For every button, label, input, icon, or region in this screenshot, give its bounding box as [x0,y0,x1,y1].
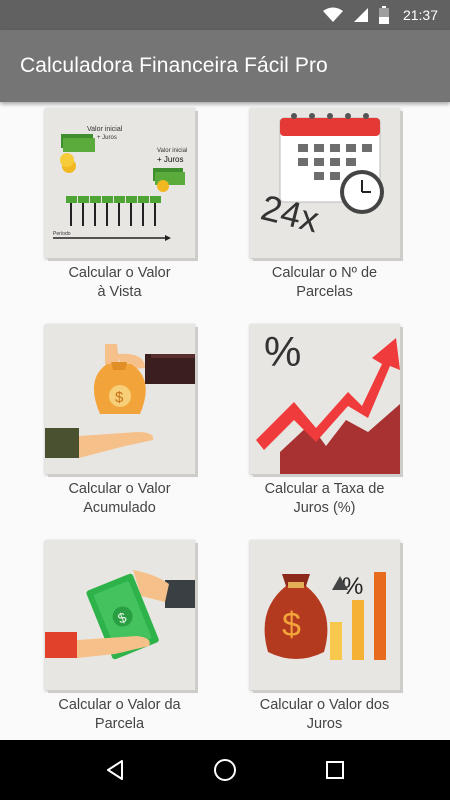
recents-icon [326,761,344,779]
calendar-clock-icon: 24x [249,108,400,258]
back-icon [107,760,123,780]
money-bag-bars-icon: % $ [249,540,400,690]
battery-icon [378,6,389,24]
illustration-text: $ [282,606,301,644]
tile-interest-value[interactable]: % $ Calcular o Valor dos Juros [222,540,427,734]
tile-label: Calcular o Nº de Parcelas [271,265,378,300]
tile-present-value[interactable]: Valor inicial + Juros Valor inicial + Ju… [17,108,222,302]
status-time: 21:37 [402,7,438,23]
app-title: Calculadora Financeira Fácil Pro [20,54,328,77]
tile-label: Calcular o Valor dos Juros [259,697,390,732]
illustration-text: Valor inicial [87,126,123,133]
back-button[interactable] [95,750,135,790]
tile-interest-rate[interactable]: % Calcular a Taxa de Juros (%) [222,324,427,518]
tile-accumulated-value[interactable]: $ Calcular o Valor Acumulado [17,324,222,518]
tile-label: Calcular o Valor da Parcela [58,697,181,732]
recents-button[interactable] [315,750,355,790]
navigation-bar [0,740,450,800]
illustration-text: Período [53,231,71,237]
signal-icon [353,8,368,22]
tile-label: Calcular a Taxa de Juros (%) [264,481,385,516]
money-bag-hands-icon: $ [44,324,195,474]
tile-label: Calcular o Valor Acumulado [68,481,171,516]
app-bar: Calculadora Financeira Fácil Pro [0,30,450,102]
status-bar: 21:37 [0,0,450,30]
wifi-icon [322,7,343,22]
tile-label: Calcular o Valor à Vista [68,265,171,300]
home-button[interactable] [205,750,245,790]
tile-installments-count[interactable]: 24x Calcular o Nº de Parcelas [222,108,427,302]
home-icon [214,759,236,781]
tile-installment-value[interactable]: $ Calcular o Valor da Parcela [17,540,222,734]
illustration-text: Valor inicial [157,148,187,154]
rising-arrow-percent-icon: % [249,324,400,474]
present-value-chart-icon: Valor inicial + Juros Valor inicial + Ju… [44,108,195,258]
banknote-hands-icon: $ [44,540,195,690]
menu-grid: Valor inicial + Juros Valor inicial + Ju… [0,102,450,740]
illustration-text: $ [115,389,124,406]
illustration-text: % [264,328,301,375]
illustration-text: + Juros [157,155,183,164]
illustration-text: + Juros [97,135,117,141]
